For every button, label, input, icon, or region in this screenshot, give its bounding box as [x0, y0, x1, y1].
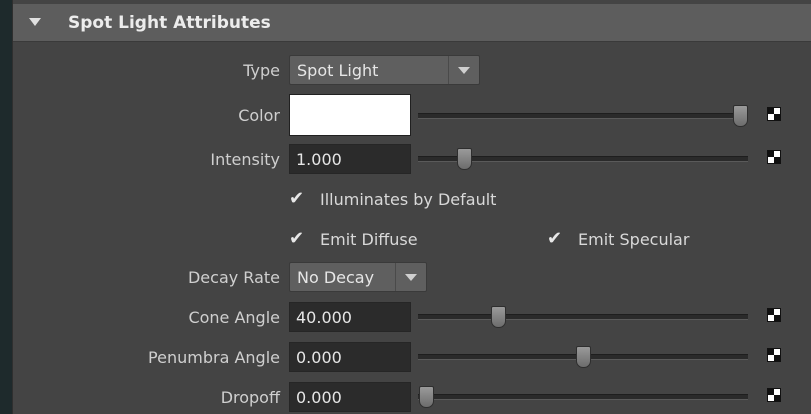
- intensity-value: 1.000: [296, 150, 342, 169]
- intensity-map-checker-icon[interactable]: [767, 150, 781, 164]
- decay-rate-dropdown[interactable]: No Decay: [289, 262, 427, 292]
- color-label: Color: [238, 106, 280, 125]
- cone-angle-field[interactable]: 40.000: [289, 302, 411, 332]
- dropoff-slider-handle[interactable]: [419, 386, 434, 408]
- emit-diffuse-checkbox[interactable]: ✔: [289, 228, 311, 250]
- checkmark-icon: ✔: [289, 188, 305, 209]
- emit-diffuse-label: Emit Diffuse: [320, 230, 418, 249]
- emit-specular-label: Emit Specular: [578, 230, 690, 249]
- chevron-down-icon: [405, 274, 417, 281]
- dropoff-label: Dropoff: [220, 388, 280, 407]
- cone-angle-slider-handle[interactable]: [491, 306, 507, 328]
- section-title: Spot Light Attributes: [68, 13, 271, 33]
- cone-angle-slider[interactable]: [418, 306, 748, 328]
- color-swatch[interactable]: [289, 94, 411, 136]
- dropoff-field[interactable]: 0.000: [289, 382, 411, 412]
- penumbra-angle-slider[interactable]: [418, 346, 748, 368]
- emit-specular-checkbox[interactable]: ✔: [547, 228, 569, 250]
- penumbra-angle-map-checker-icon[interactable]: [767, 348, 781, 362]
- dropoff-value: 0.000: [296, 388, 342, 407]
- penumbra-angle-label: Penumbra Angle: [148, 348, 280, 367]
- intensity-slider-handle[interactable]: [456, 148, 472, 170]
- type-dropdown[interactable]: Spot Light: [289, 55, 480, 85]
- type-value: Spot Light: [297, 61, 379, 80]
- illuminates-by-default-checkbox[interactable]: ✔: [289, 188, 311, 210]
- intensity-field[interactable]: 1.000: [289, 144, 411, 174]
- checkmark-icon: ✔: [547, 228, 563, 249]
- illuminates-by-default-label: Illuminates by Default: [320, 190, 497, 209]
- chevron-down-icon: [458, 67, 470, 74]
- decay-rate-value: No Decay: [297, 268, 375, 287]
- intensity-label: Intensity: [210, 150, 280, 169]
- checkmark-icon: ✔: [289, 228, 305, 249]
- attribute-editor-panel: Spot Light Attributes Type Spot Light Co…: [12, 0, 811, 414]
- penumbra-angle-value: 0.000: [296, 348, 342, 367]
- cone-angle-value: 40.000: [296, 308, 352, 327]
- color-slider-handle[interactable]: [733, 105, 748, 127]
- color-slider[interactable]: [418, 105, 748, 127]
- cone-angle-label: Cone Angle: [188, 308, 280, 327]
- type-label: Type: [243, 61, 280, 80]
- penumbra-angle-field[interactable]: 0.000: [289, 342, 411, 372]
- dropoff-slider[interactable]: [418, 386, 748, 408]
- decay-rate-label: Decay Rate: [187, 268, 280, 287]
- cone-angle-map-checker-icon[interactable]: [767, 308, 781, 322]
- color-map-checker-icon[interactable]: [767, 107, 781, 121]
- penumbra-angle-slider-handle[interactable]: [576, 346, 591, 368]
- section-header[interactable]: Spot Light Attributes: [13, 4, 811, 42]
- triangle-down-icon[interactable]: [29, 18, 41, 26]
- intensity-slider[interactable]: [418, 148, 748, 170]
- dropoff-map-checker-icon[interactable]: [767, 388, 781, 402]
